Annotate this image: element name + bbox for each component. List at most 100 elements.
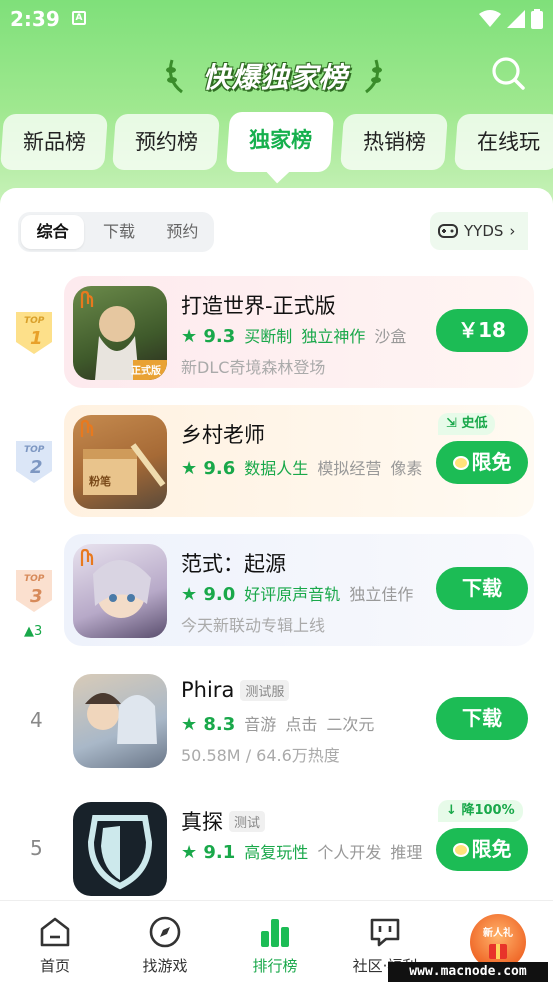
exclusive-tag-icon — [80, 548, 94, 566]
chat-icon — [370, 918, 400, 947]
game-meta: ★ 9.0 好评原声音轨 独立佳作 — [181, 581, 413, 605]
nav-label: 找游戏 — [142, 957, 188, 975]
filter-segmented-control: 综合 下载 预约 — [18, 212, 214, 252]
game-meta: ★ 9.1 高复玩性 个人开发 推理 — [181, 839, 422, 863]
rating: ★ 9.3 — [181, 326, 236, 347]
free-button[interactable]: 限免 — [436, 441, 528, 484]
system-icons — [479, 9, 543, 29]
game-title: 范式：起源 — [181, 552, 286, 576]
game-size-heat: 50.58M / 64.6万热度 — [181, 746, 340, 765]
status-time: 2:39 — [10, 7, 60, 31]
rank-number: 4 — [30, 708, 43, 732]
chevron-right-icon: › — [509, 222, 516, 240]
tag: 独立神作 — [301, 327, 366, 346]
game-icon — [73, 802, 167, 896]
test-server-badge: 测试服 — [240, 679, 290, 701]
tag: 模拟经营 — [317, 459, 382, 478]
notification-a-icon: A — [72, 11, 86, 25]
rating: ★ 9.1 — [181, 842, 236, 863]
exclusive-tag-icon — [80, 419, 94, 437]
exclusive-tag-icon — [80, 290, 94, 308]
tag: 二次元 — [326, 715, 375, 734]
tag: 数据人生 — [244, 459, 309, 478]
nav-home[interactable]: 首页 — [0, 901, 110, 984]
egg-icon — [452, 843, 469, 857]
home-icon — [40, 917, 70, 947]
game-meta: ★ 8.3 音游 点击 二次元 — [181, 711, 374, 735]
download-button[interactable]: 下载 — [436, 567, 528, 610]
rating: ★ 9.6 — [181, 458, 236, 479]
gift-box-icon — [489, 944, 507, 959]
search-icon[interactable] — [490, 55, 526, 91]
signal-icon — [507, 10, 525, 28]
down-arrow-icon: ↓ — [446, 803, 457, 818]
free-button[interactable]: 限免 — [436, 828, 528, 871]
filter-reserve[interactable]: 预约 — [151, 212, 214, 252]
icon-caption: 正式版 — [131, 366, 161, 377]
buy-button[interactable]: ￥18 — [436, 309, 528, 352]
tab-online-play[interactable]: 在线玩 — [454, 114, 553, 170]
filter-all[interactable]: 综合 — [21, 215, 85, 249]
game-title: 打造世界-正式版 — [181, 294, 336, 318]
tag: 沙盒 — [374, 327, 407, 346]
game-meta: ★ 9.3 买断制 独立神作 沙盒 — [181, 323, 406, 347]
game-row-5[interactable]: 5 真探 测试 ★ 9.1 高复玩性 个人开发 推理 ↓ 降100% 限免 — [0, 792, 553, 908]
rank-number: 3 — [30, 586, 43, 607]
rank-number: 2 — [30, 457, 43, 478]
rank-number: 5 — [30, 836, 43, 860]
status-bar: 2:39 A — [0, 0, 553, 38]
tab-hot-sales[interactable]: 热销榜 — [340, 114, 448, 170]
wifi-icon — [479, 10, 501, 27]
ranking-list-panel: 综合 下载 预约 YYDS › TOP 1 正式版 打造世界-正式版 ★ 9.3… — [0, 188, 553, 900]
download-button[interactable]: 下载 — [436, 697, 528, 740]
laurel-left-icon — [166, 59, 183, 94]
page-title: 快爆独家榜 — [202, 61, 348, 94]
yyds-label: YYDS — [464, 222, 504, 240]
laurel-right-icon — [365, 59, 382, 94]
game-subtitle: 新DLC奇境森林登场 — [181, 358, 326, 377]
tag: 像素 — [390, 459, 423, 478]
game-subtitle: 今天新联动专辑上线 — [181, 616, 326, 635]
battery-icon — [531, 9, 543, 29]
compass-icon — [149, 916, 181, 948]
yyds-button[interactable]: YYDS › — [430, 212, 528, 250]
tag: 好评原声音轨 — [244, 585, 341, 604]
game-meta: ★ 9.6 数据人生 模拟经营 像素 — [181, 455, 422, 479]
tag: 点击 — [285, 715, 318, 734]
icon-caption: 粉笔 — [89, 475, 111, 488]
tab-reserve[interactable]: 预约榜 — [112, 114, 220, 170]
filter-download[interactable]: 下载 — [87, 212, 150, 252]
ranking-tabs: 新品榜 预约榜 独家榜 热销榜 在线玩 — [0, 112, 553, 176]
nav-label: 首页 — [39, 957, 70, 975]
lowest-price-tag: ⇲ 史低 — [438, 413, 496, 435]
tag: 推理 — [390, 843, 423, 862]
game-title: 真探 测试 — [181, 806, 266, 836]
gift-label: 新人礼 — [483, 928, 513, 939]
game-row-2[interactable]: TOP 2 粉笔 乡村老师 ★ 9.6 数据人生 模拟经营 像素 ⇲ 史低 限免 — [0, 405, 553, 521]
game-row-1[interactable]: TOP 1 正式版 打造世界-正式版 ★ 9.3 买断制 独立神作 沙盒 新DL… — [0, 276, 553, 392]
game-row-4[interactable]: 4 Phira 测试服 ★ 8.3 音游 点击 二次元 50.58M / 64.… — [0, 664, 553, 780]
discount-tag: ↓ 降100% — [438, 800, 523, 822]
rating: ★ 8.3 — [181, 714, 236, 735]
nav-label: 排行榜 — [252, 957, 298, 975]
nav-find-games[interactable]: 找游戏 — [110, 901, 220, 984]
nav-rankings[interactable]: 排行榜 — [220, 901, 330, 984]
gamepad-icon — [438, 224, 458, 238]
test-badge: 测试 — [229, 810, 266, 832]
tab-exclusive[interactable]: 独家榜 — [225, 112, 335, 172]
rating: ★ 9.0 — [181, 584, 236, 605]
tab-new[interactable]: 新品榜 — [0, 114, 108, 170]
game-icon — [73, 674, 167, 768]
game-row-3[interactable]: TOP 3 ▲3 范式：起源 ★ 9.0 好评原声音轨 独立佳作 今天新联动专辑… — [0, 534, 553, 650]
header-title-area: 快爆独家榜 — [160, 54, 390, 98]
bar-chart-icon — [261, 919, 289, 947]
tag: 个人开发 — [317, 843, 382, 862]
download-arrow-icon: ⇲ — [446, 416, 457, 431]
egg-icon — [452, 456, 469, 470]
game-title: 乡村老师 — [181, 423, 265, 447]
tag: 独立佳作 — [349, 585, 414, 604]
game-title: Phira 测试服 — [181, 678, 290, 702]
tag: 音游 — [244, 715, 277, 734]
rank-number: 1 — [30, 328, 43, 349]
watermark: www.macnode.com — [388, 962, 548, 982]
